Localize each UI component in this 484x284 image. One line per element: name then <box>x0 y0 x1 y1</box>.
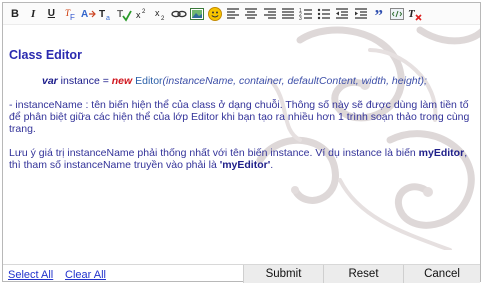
editor-content-area[interactable]: Class Editor var instance = new Editor(i… <box>3 26 480 262</box>
align-justify-icon[interactable] <box>280 6 296 22</box>
paragraph-note: Lưu ý giá trị instanceName phải thống nh… <box>9 147 474 171</box>
svg-text:x: x <box>155 8 160 18</box>
instance-text: instance = <box>57 75 112 87</box>
var-keyword: var <box>42 75 58 87</box>
view-source-icon[interactable] <box>389 6 405 22</box>
editor-document: Class Editor var instance = new Editor(i… <box>3 49 480 171</box>
superscript-icon[interactable]: x2 <box>134 6 150 22</box>
svg-text:3: 3 <box>299 16 302 22</box>
svg-text:T: T <box>99 9 105 20</box>
note-bold-myeditor: myEditor <box>418 147 465 159</box>
document-title: Class Editor <box>9 48 82 62</box>
class-name: Editor <box>132 75 163 87</box>
note-text-e: . <box>270 159 274 171</box>
italic-icon[interactable]: I <box>25 6 41 22</box>
spellcheck-icon[interactable]: T <box>116 6 132 22</box>
indent-icon[interactable] <box>353 6 369 22</box>
font-color-icon[interactable]: TF <box>62 6 78 22</box>
blockquote-icon[interactable]: ” <box>371 6 387 24</box>
underline-icon[interactable]: U <box>43 6 59 22</box>
unordered-list-icon[interactable] <box>316 6 332 22</box>
bold-icon[interactable]: B <box>7 6 23 22</box>
link-icon[interactable] <box>170 6 187 22</box>
font-size-icon[interactable]: A <box>80 6 96 22</box>
editor-frame: B I U TF A Ta T x2 x2 1 2 3 ” T Class Ed… <box>2 2 481 283</box>
image-icon[interactable] <box>189 6 205 22</box>
code-example: var instance = new Editor(instanceName, … <box>42 75 474 87</box>
note-bold-quoted: 'myEditor' <box>219 159 271 171</box>
svg-text:x: x <box>136 10 141 20</box>
editor-footer: Select All Clear All Submit Reset Cancel <box>3 264 480 283</box>
align-left-icon[interactable] <box>225 6 241 22</box>
svg-text:A: A <box>81 9 88 20</box>
emoticon-icon[interactable] <box>207 6 223 22</box>
ordered-list-icon[interactable]: 123 <box>298 6 314 22</box>
svg-text:T: T <box>117 9 123 20</box>
submit-button[interactable]: Submit <box>243 265 323 283</box>
new-keyword: new <box>111 75 133 87</box>
outdent-icon[interactable] <box>334 6 350 22</box>
svg-text:T: T <box>408 8 416 20</box>
align-center-icon[interactable] <box>243 6 259 22</box>
formatting-toolbar: B I U TF A Ta T x2 x2 1 2 3 ” T <box>3 3 480 25</box>
cancel-button[interactable]: Cancel <box>403 265 480 283</box>
select-all-link[interactable]: Select All <box>8 269 53 281</box>
paragraph-instance-name: - instanceName : tên biến hiện thể của c… <box>9 99 470 135</box>
align-right-icon[interactable] <box>262 6 278 22</box>
svg-text:F: F <box>70 13 75 22</box>
clear-all-link[interactable]: Clear All <box>65 269 106 281</box>
svg-text:a: a <box>106 15 110 22</box>
subscript-icon[interactable]: x2 <box>153 6 169 22</box>
remove-format-icon[interactable]: T <box>407 6 423 22</box>
svg-text:2: 2 <box>142 9 146 15</box>
svg-text:2: 2 <box>161 16 165 22</box>
constructor-args: (instanceName, container, defaultContent… <box>162 75 427 87</box>
note-text-a: Lưu ý giá trị instanceName phải thống nh… <box>9 147 419 159</box>
text-style-icon[interactable]: Ta <box>98 6 114 22</box>
reset-button[interactable]: Reset <box>323 265 403 283</box>
